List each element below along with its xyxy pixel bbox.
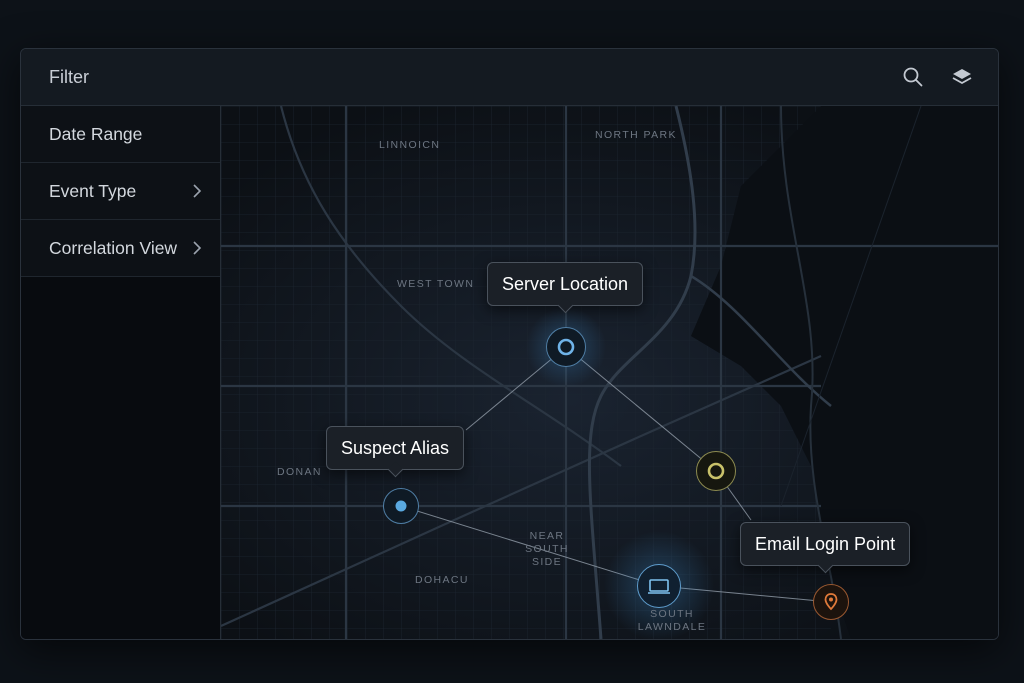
sidebar-item-label: Correlation View	[49, 238, 178, 258]
district-label: LINNOICN	[379, 139, 441, 151]
district-label: DONAN	[277, 466, 322, 478]
email-login-point-marker[interactable]	[813, 584, 849, 620]
callout-suspect-alias: Suspect Alias	[326, 426, 465, 470]
sidebar-item-event-type[interactable]: Event Type	[21, 163, 220, 220]
suspect-alias-marker[interactable]	[383, 488, 419, 524]
district-label: WEST TOWN	[397, 278, 475, 290]
callout-label: Server Location	[502, 274, 629, 294]
search-icon[interactable]	[901, 65, 925, 89]
ring-icon	[557, 338, 575, 356]
callout-email-login-point: Email Login Point	[740, 522, 911, 566]
laptop-icon	[648, 579, 670, 594]
server-location-marker[interactable]	[546, 327, 586, 367]
map-window: Filter Date Range Event Type Correlation…	[20, 48, 999, 640]
district-label: DOHACU	[415, 574, 469, 586]
header-title: Filter	[49, 67, 89, 87]
district-label: NORTH PARK	[595, 129, 677, 141]
device-marker[interactable]	[637, 564, 681, 608]
filter-sidebar: Date Range Event Type Correlation View	[21, 106, 221, 639]
sidebar-item-label: Date Range	[49, 124, 143, 144]
map-canvas[interactable]: LINNOICN NORTH PARK WEST TOWN DONAN NEAR…	[221, 106, 998, 639]
location-pin-icon	[824, 593, 838, 611]
ring-icon	[707, 462, 725, 480]
callout-label: Suspect Alias	[341, 438, 450, 458]
dot-icon	[395, 500, 407, 512]
district-label: NEAR SOUTH SIDE	[525, 530, 569, 568]
sidebar-item-correlation-view[interactable]: Correlation View	[21, 220, 220, 277]
district-label: SOUTH LAWNDALE	[637, 608, 707, 633]
chevron-right-icon	[192, 240, 202, 261]
sidebar-item-label: Event Type	[49, 181, 137, 201]
layers-icon[interactable]	[950, 65, 974, 89]
relay-node-marker[interactable]	[696, 451, 736, 491]
filter-header: Filter	[21, 49, 998, 106]
sidebar-item-date-range[interactable]: Date Range	[21, 106, 220, 163]
callout-label: Email Login Point	[755, 534, 896, 554]
chevron-right-icon	[192, 183, 202, 204]
callout-server-location: Server Location	[487, 262, 644, 306]
